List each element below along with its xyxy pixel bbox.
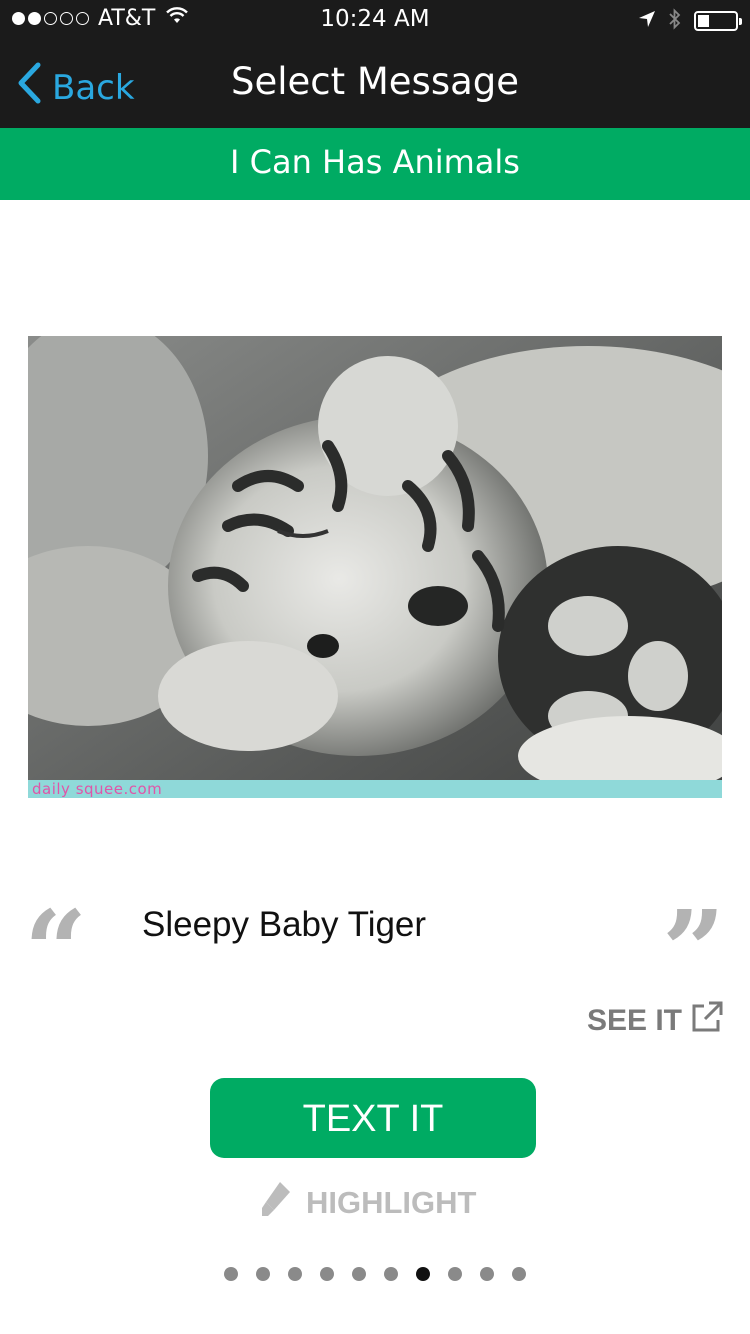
page-dot[interactable] (512, 1267, 526, 1281)
sleeping-tiger-cub-image (28, 336, 722, 798)
bluetooth-icon (668, 8, 682, 34)
text-it-button[interactable]: TEXT IT (210, 1078, 536, 1158)
see-it-button[interactable]: SEE IT (587, 1000, 724, 1042)
page-dot[interactable] (224, 1267, 238, 1281)
external-link-icon (690, 1000, 724, 1042)
image-watermark: daily squee.com (32, 780, 163, 798)
open-quote-icon: “ (24, 886, 88, 1015)
location-arrow-icon (638, 10, 656, 32)
see-it-label: SEE IT (586, 1004, 682, 1037)
battery-icon (694, 11, 742, 31)
page-dot[interactable] (480, 1267, 494, 1281)
highlight-label: HIGHLIGHT (306, 1185, 477, 1220)
page-dot[interactable] (384, 1267, 398, 1281)
page-dot[interactable] (352, 1267, 366, 1281)
message-image: daily squee.com (28, 336, 722, 798)
status-right (638, 8, 742, 34)
close-quote-icon: ” (662, 886, 726, 1015)
page-dot[interactable] (320, 1267, 334, 1281)
status-bar: AT&T 10:24 AM (0, 0, 750, 40)
page-dot[interactable] (256, 1267, 270, 1281)
navigation-bar: Back Select Message (0, 40, 750, 128)
highlighter-pen-icon (258, 1180, 292, 1226)
category-banner: I Can Has Animals (0, 128, 750, 200)
page-dot[interactable] (288, 1267, 302, 1281)
page-dot[interactable] (416, 1267, 430, 1281)
page-indicator[interactable] (0, 1267, 750, 1281)
page-title: Select Message (230, 60, 520, 103)
message-caption: Sleepy Baby Tiger (142, 905, 427, 944)
page-dot[interactable] (448, 1267, 462, 1281)
highlight-button[interactable]: HIGHLIGHT (258, 1180, 477, 1226)
